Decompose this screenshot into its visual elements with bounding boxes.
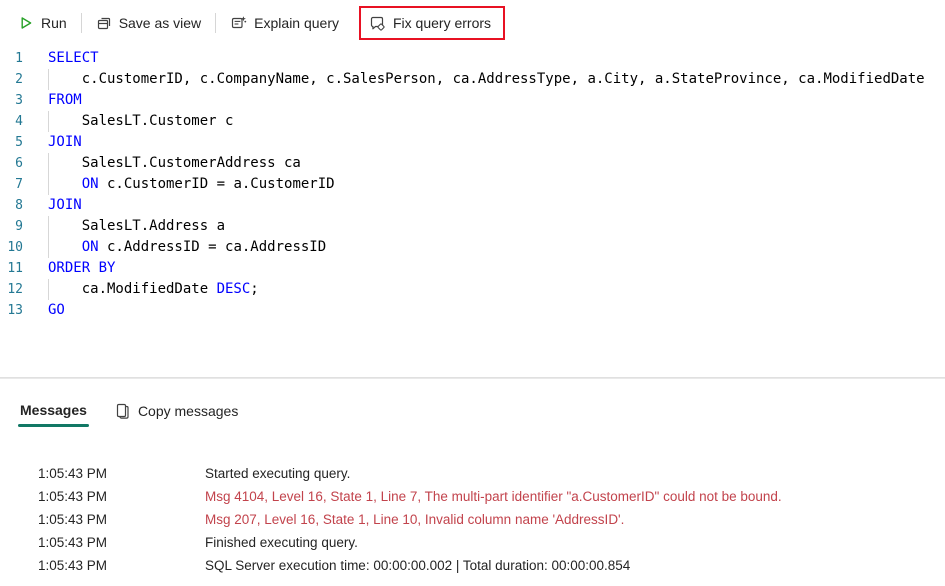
toolbar-separator [80,13,82,33]
message-timestamp: 1:05:43 PM [38,535,108,550]
line-number: 13 [7,303,23,318]
code-text: SalesLT.Address a [48,216,225,237]
message-timestamp: 1:05:43 PM [38,489,108,504]
message-row: 1:05:43 PM SQL Server execution time: 00:… [0,554,945,577]
save-as-view-icon [97,17,110,30]
code-text: ORDER BY [48,260,116,276]
play-icon [21,17,32,29]
tab-messages[interactable]: Messages [18,396,89,427]
annotation-red-box: Fix query errors [359,6,506,40]
line-number: 7 [15,177,23,192]
line-number: 9 [15,219,23,234]
code-text: c.CustomerID, c.CompanyName, c.SalesPers… [48,69,925,90]
query-toolbar: Run Save as view Explain query Fix query… [0,0,945,46]
code-line[interactable]: 12 ca.ModifiedDate DESC; [0,279,945,300]
code-line[interactable]: 6 SalesLT.CustomerAddress ca [0,153,945,174]
explain-query-sparkle-icon [232,16,247,29]
line-number: 5 [15,135,23,150]
code-lines: 1 SELECT 2 c.CustomerID, c.CompanyName, c.… [0,48,945,321]
copy-messages-button[interactable]: Copy messages [109,399,244,424]
message-timestamp: 1:05:43 PM [38,466,108,481]
code-text: ON c.CustomerID = a.CustomerID [48,174,335,195]
copy-icon [116,403,129,419]
code-line[interactable]: 7 ON c.CustomerID = a.CustomerID [0,174,945,195]
code-text: SalesLT.Customer c [48,111,234,132]
error-message-text: Msg 4104, Level 16, State 1, Line 7, The… [205,489,782,504]
code-text: ON c.AddressID = ca.AddressID [48,237,326,258]
code-text: SalesLT.CustomerAddress ca [48,153,301,174]
code-text: ca.ModifiedDate DESC; [48,279,259,300]
message-row: 1:05:43 PM Msg 4104, Level 16, State 1, L… [0,485,945,508]
explain-query-label: Explain query [254,15,339,31]
tab-messages-label: Messages [20,401,87,418]
fix-query-errors-label: Fix query errors [393,15,492,31]
message-row: 1:05:43 PM Msg 207, Level 16, State 1, Li… [0,508,945,531]
code-line[interactable]: 9 SalesLT.Address a [0,216,945,237]
line-number: 4 [15,114,23,129]
message-timestamp: 1:05:43 PM [38,512,108,527]
code-line[interactable]: 5 JOIN [0,132,945,153]
messages-tabbar: Messages Copy messages [0,392,945,430]
code-line[interactable]: 2 c.CustomerID, c.CompanyName, c.SalesPe… [0,69,945,90]
line-number: 1 [15,51,23,66]
line-number: 10 [7,240,23,255]
message-timestamp: 1:05:43 PM [38,558,108,573]
line-number: 2 [15,72,23,87]
message-row: 1:05:43 PM Started executing query. [0,462,945,485]
code-text: JOIN [48,134,82,150]
line-number: 6 [15,156,23,171]
code-line[interactable]: 11 ORDER BY [0,258,945,279]
save-as-view-label: Save as view [118,15,202,31]
code-line[interactable]: 10 ON c.AddressID = ca.AddressID [0,237,945,258]
code-text: FROM [48,92,82,108]
messages-list: 1:05:43 PM Started executing query. 1:05:4… [0,462,945,577]
line-number: 11 [7,261,23,276]
line-number: 12 [7,282,23,297]
run-label: Run [41,15,67,31]
code-text: JOIN [48,197,82,213]
toolbar-separator [215,13,217,33]
active-tab-underline [18,423,89,427]
code-line[interactable]: 4 SalesLT.Customer c [0,111,945,132]
message-text: Finished executing query. [205,535,358,550]
fix-query-errors-icon [370,16,385,31]
code-text: GO [48,302,65,318]
save-as-view-button[interactable]: Save as view [86,7,211,39]
explain-query-button[interactable]: Explain query [220,7,349,39]
fix-query-errors-button[interactable]: Fix query errors [361,7,503,39]
message-text: Started executing query. [205,466,351,481]
run-button[interactable]: Run [8,7,77,39]
code-line[interactable]: 1 SELECT [0,48,945,69]
panel-splitter[interactable] [0,377,945,379]
code-line[interactable]: 13 GO [0,300,945,321]
line-number: 3 [15,93,23,108]
error-message-text: Msg 207, Level 16, State 1, Line 10, Inv… [205,512,625,527]
line-number: 8 [15,198,23,213]
code-line[interactable]: 8 JOIN [0,195,945,216]
message-row: 1:05:43 PM Finished executing query. [0,531,945,554]
message-text: SQL Server execution time: 00:00:00.002 … [205,558,631,573]
code-line[interactable]: 3 FROM [0,90,945,111]
copy-messages-label: Copy messages [137,403,239,419]
messages-panel: Messages Copy messages 1:05:43 PM Started… [0,392,945,586]
sql-editor[interactable]: 1 SELECT 2 c.CustomerID, c.CompanyName, c.… [0,46,945,377]
code-text: SELECT [48,50,99,66]
